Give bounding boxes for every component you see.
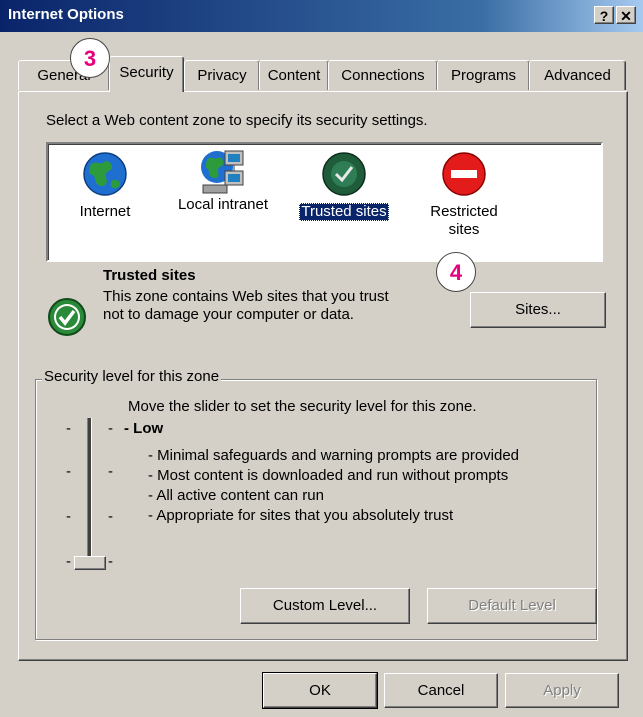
slider-tick-left: -: [66, 553, 71, 570]
check-icon: [322, 152, 366, 196]
help-button[interactable]: ?: [594, 6, 614, 24]
slider-instruction: Move the slider to set the security leve…: [128, 398, 477, 415]
slider-tick-left: -: [66, 420, 71, 437]
zone-local-intranet-label: Local intranet: [177, 196, 269, 213]
ok-button[interactable]: OK: [262, 672, 378, 709]
zone-trusted-sites[interactable]: Trusted sites: [293, 150, 395, 221]
selected-zone-title: Trusted sites: [103, 267, 196, 284]
zone-instruction: Select a Web content zone to specify its…: [46, 112, 428, 129]
tab-content[interactable]: Content: [259, 60, 329, 90]
slider-tick-right: -: [108, 553, 113, 570]
tab-privacy[interactable]: Privacy: [184, 60, 260, 90]
window-title: Internet Options: [8, 6, 124, 23]
zone-restricted-sites-label: Restricted sites: [430, 203, 498, 238]
title-bar: Internet Options ? ✕: [0, 0, 643, 32]
slider-tick-right: -: [108, 508, 113, 525]
slider-tick-right: -: [108, 463, 113, 480]
level-detail: - Most content is downloaded and run wit…: [148, 467, 509, 484]
active-tab-joiner: [110, 89, 182, 93]
slider-tick-right: -: [108, 420, 113, 437]
zone-internet[interactable]: Internet: [70, 150, 140, 221]
level-detail: - All active content can run: [148, 487, 324, 504]
zone-local-intranet[interactable]: Local intranet: [168, 145, 278, 214]
selected-zone-description: This zone contains Web sites that you tr…: [103, 288, 389, 323]
slider-tick-left: -: [66, 508, 71, 525]
default-level-button[interactable]: Default Level: [427, 588, 597, 624]
trusted-check-icon: [48, 298, 86, 336]
network-globe-icon: [201, 150, 244, 194]
apply-button[interactable]: Apply: [505, 673, 619, 708]
security-level-details: - Minimal safeguards and warning prompts…: [148, 446, 519, 526]
tab-connections[interactable]: Connections: [328, 60, 438, 90]
level-detail: - Appropriate for sites that you absolut…: [148, 507, 454, 524]
security-level-name: - Low: [124, 420, 164, 437]
callout-3: 3: [70, 38, 110, 78]
tab-programs[interactable]: Programs: [437, 60, 530, 90]
slider-track: [87, 418, 92, 570]
globe-icon: [83, 152, 127, 196]
sites-button[interactable]: Sites...: [470, 292, 606, 328]
custom-level-button[interactable]: Custom Level...: [240, 588, 410, 624]
slider-thumb[interactable]: [74, 556, 106, 570]
slider-tick-left: -: [66, 463, 71, 480]
cancel-button[interactable]: Cancel: [384, 673, 498, 708]
no-entry-icon: [442, 152, 486, 196]
level-detail: - Minimal safeguards and warning prompts…: [148, 447, 520, 464]
security-level-group-label: Security level for this zone: [42, 368, 222, 385]
tab-security[interactable]: Security: [109, 56, 184, 92]
zone-internet-label: Internet: [79, 203, 131, 220]
close-button[interactable]: ✕: [616, 6, 636, 24]
zone-trusted-sites-label: Trusted sites: [299, 203, 389, 221]
tab-advanced[interactable]: Advanced: [529, 60, 626, 90]
zone-restricted-sites[interactable]: Restricted sites: [418, 150, 510, 239]
callout-4: 4: [436, 252, 476, 292]
